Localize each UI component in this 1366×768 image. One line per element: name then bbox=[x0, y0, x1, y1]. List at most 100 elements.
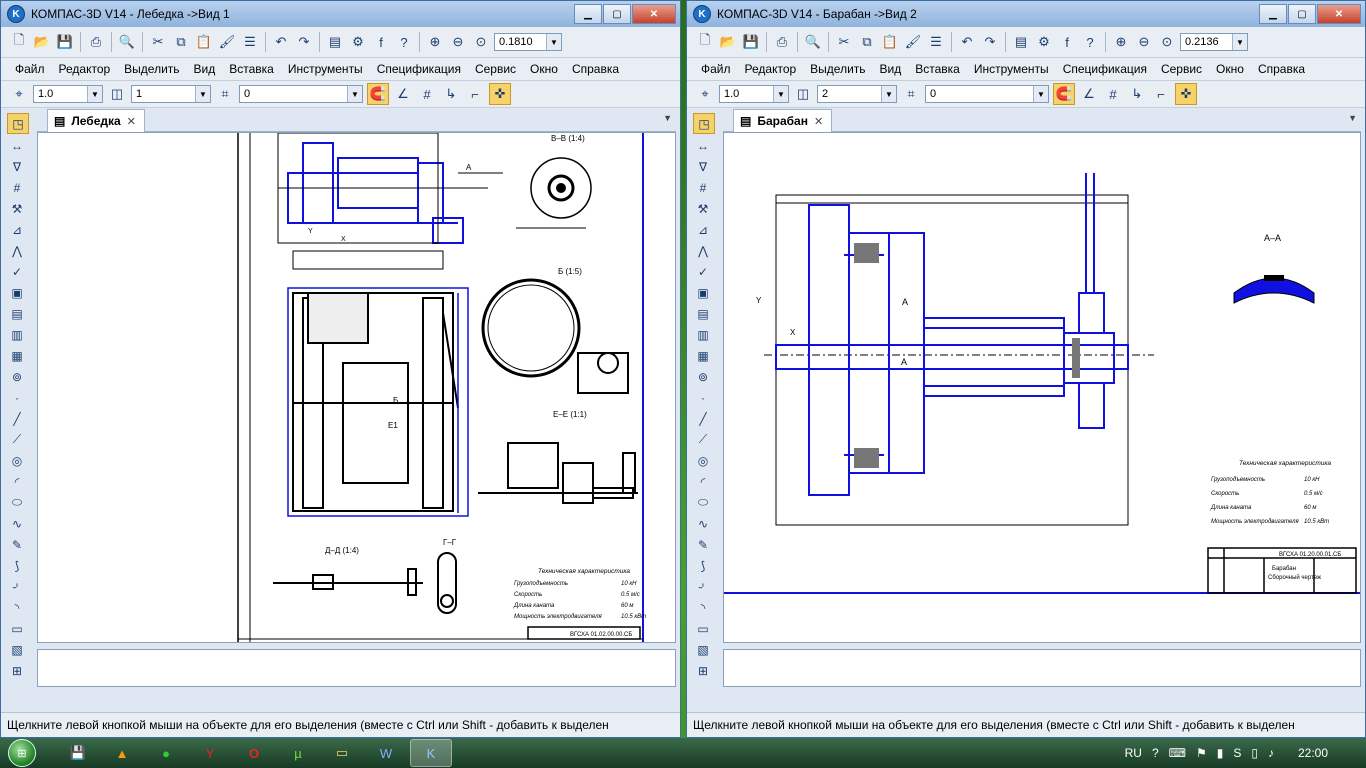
notation-icon[interactable]: ∇ bbox=[7, 157, 27, 176]
menu-file[interactable]: Файл bbox=[15, 62, 45, 76]
close-button[interactable]: ✕ bbox=[632, 4, 676, 24]
battery-tray-icon[interactable]: ▯ bbox=[1251, 746, 1258, 760]
command-line-panel[interactable] bbox=[37, 649, 676, 687]
table-icon[interactable]: ⊞ bbox=[7, 661, 27, 680]
title-bar[interactable]: K КОМПАС-3D V14 - Барабан ->Вид 2 ▁ ▢ ✕ bbox=[687, 1, 1365, 27]
cs-icon[interactable]: ⊚ bbox=[693, 367, 713, 386]
view-icon[interactable]: ▦ bbox=[7, 346, 27, 365]
menu-select[interactable]: Выделить bbox=[124, 62, 179, 76]
taskbar-torrent-icon[interactable]: µ bbox=[278, 740, 318, 766]
layer-icon[interactable]: ◫ bbox=[107, 84, 127, 104]
flag-tray-icon[interactable]: ⚑ bbox=[1196, 746, 1207, 760]
taskbar-kompas-icon[interactable]: K bbox=[410, 739, 452, 767]
style-icon[interactable]: ⌗ bbox=[901, 84, 921, 104]
menu-service[interactable]: Сервис bbox=[1161, 62, 1202, 76]
drawing-canvas[interactable]: А А Y X А–А Техническая характеристика Г… bbox=[723, 132, 1361, 643]
bezier-icon[interactable]: ✎ bbox=[7, 535, 27, 554]
layer-combo[interactable]: 2 bbox=[817, 85, 897, 103]
menu-view[interactable]: Вид bbox=[194, 62, 216, 76]
menu-insert[interactable]: Вставка bbox=[229, 62, 274, 76]
taskbar-word-icon[interactable]: W bbox=[366, 740, 406, 766]
zoom-out-icon[interactable]: ⊖ bbox=[448, 32, 468, 52]
minimize-button[interactable]: ▁ bbox=[1259, 4, 1287, 24]
reports-icon[interactable]: ▣ bbox=[693, 283, 713, 302]
table-icon[interactable]: ⊞ bbox=[693, 661, 713, 680]
hatch-icon[interactable]: ▧ bbox=[693, 640, 713, 659]
network-tray-icon[interactable]: ▮ bbox=[1217, 746, 1224, 760]
help-tray-icon[interactable]: ? bbox=[1152, 746, 1159, 760]
spec-icon[interactable]: ✓ bbox=[7, 262, 27, 281]
local-cs-icon[interactable]: ↳ bbox=[1127, 84, 1147, 104]
taskbar-spotify-icon[interactable]: ● bbox=[146, 740, 186, 766]
language-indicator[interactable]: RU bbox=[1125, 746, 1142, 760]
volume-tray-icon[interactable]: ♪ bbox=[1268, 746, 1274, 760]
menu-insert[interactable]: Вставка bbox=[915, 62, 960, 76]
clock[interactable]: 22:00 bbox=[1298, 746, 1328, 760]
zoom-combo[interactable]: 0.1810 bbox=[494, 33, 562, 51]
round-icon[interactable]: ⌐ bbox=[1151, 84, 1171, 104]
contour-icon[interactable]: ⟆ bbox=[693, 556, 713, 575]
snap-icon[interactable]: ⌖ bbox=[695, 84, 715, 104]
copy-icon[interactable]: ⧉ bbox=[857, 32, 877, 52]
spec-icon[interactable]: ✓ bbox=[693, 262, 713, 281]
fillet-icon[interactable]: ◝ bbox=[7, 598, 27, 617]
grid-icon[interactable]: # bbox=[1103, 84, 1123, 104]
bezier-icon[interactable]: ✎ bbox=[693, 535, 713, 554]
menu-window[interactable]: Окно bbox=[530, 62, 558, 76]
zoom-in-icon[interactable]: ⊕ bbox=[1111, 32, 1131, 52]
paste-icon[interactable]: 📋 bbox=[194, 32, 214, 52]
taskbar-explorer-icon[interactable]: ▭ bbox=[322, 740, 362, 766]
skype-tray-icon[interactable]: S bbox=[1233, 746, 1241, 760]
arc-icon[interactable]: ◜ bbox=[7, 472, 27, 491]
menu-editor[interactable]: Редактор bbox=[745, 62, 797, 76]
preview-icon[interactable]: 🔍 bbox=[803, 32, 823, 52]
menu-service[interactable]: Сервис bbox=[475, 62, 516, 76]
save-icon[interactable]: 💾 bbox=[741, 32, 761, 52]
fragment-icon[interactable]: ▥ bbox=[7, 325, 27, 344]
point-icon[interactable]: · bbox=[693, 388, 713, 407]
tab-menu-icon[interactable]: ▼ bbox=[663, 113, 672, 123]
minimize-button[interactable]: ▁ bbox=[574, 4, 602, 24]
menu-window[interactable]: Окно bbox=[1216, 62, 1244, 76]
manager-icon[interactable]: ▤ bbox=[1011, 32, 1031, 52]
zoom-combo[interactable]: 0.2136 bbox=[1180, 33, 1248, 51]
round-icon[interactable]: ⌐ bbox=[465, 84, 485, 104]
view-icon[interactable]: ▦ bbox=[693, 346, 713, 365]
spline-icon[interactable]: ∿ bbox=[7, 514, 27, 533]
menu-specification[interactable]: Спецификация bbox=[377, 62, 461, 76]
arc-icon[interactable]: ◜ bbox=[693, 472, 713, 491]
document-tab[interactable]: ▤ Барабан ✕ bbox=[733, 109, 833, 132]
menu-tools[interactable]: Инструменты bbox=[288, 62, 363, 76]
layer-combo[interactable]: 1 bbox=[131, 85, 211, 103]
style-combo[interactable]: 0 bbox=[239, 85, 363, 103]
undo-icon[interactable]: ↶ bbox=[957, 32, 977, 52]
select-icon[interactable]: ⋀ bbox=[693, 241, 713, 260]
dimensions-icon[interactable]: ↔ bbox=[7, 136, 27, 155]
kompas-window-left[interactable]: K КОМПАС-3D V14 - Лебедка ->Вид 1 ▁ ▢ ✕ … bbox=[0, 0, 681, 738]
open-icon[interactable]: 📂 bbox=[718, 32, 738, 52]
menu-select[interactable]: Выделить bbox=[810, 62, 865, 76]
geometry-icon[interactable]: ◳ bbox=[7, 113, 29, 134]
maximize-button[interactable]: ▢ bbox=[1288, 4, 1316, 24]
taskbar-save-icon[interactable]: 💾 bbox=[58, 740, 98, 766]
tab-close-icon[interactable]: ✕ bbox=[814, 115, 823, 128]
fragment-icon[interactable]: ▥ bbox=[693, 325, 713, 344]
kompas-window-right[interactable]: K КОМПАС-3D V14 - Барабан ->Вид 2 ▁ ▢ ✕ … bbox=[686, 0, 1366, 738]
preview-icon[interactable]: 🔍 bbox=[117, 32, 137, 52]
manager-icon[interactable]: ▤ bbox=[325, 32, 345, 52]
zoom-scale-icon[interactable]: ⊙ bbox=[1157, 32, 1177, 52]
hatch-icon[interactable]: ▧ bbox=[7, 640, 27, 659]
taskbar-yandex-icon[interactable]: Y bbox=[190, 740, 230, 766]
help-icon[interactable]: ? bbox=[1080, 32, 1100, 52]
geometry-icon[interactable]: ◳ bbox=[693, 113, 715, 134]
dynamic-snap-icon[interactable]: ✜ bbox=[1175, 83, 1197, 105]
tab-close-icon[interactable]: ✕ bbox=[127, 115, 136, 128]
tab-menu-icon[interactable]: ▼ bbox=[1348, 113, 1357, 123]
copy-icon[interactable]: ⧉ bbox=[171, 32, 191, 52]
chamfer-icon[interactable]: ⌏ bbox=[7, 577, 27, 596]
cut-icon[interactable]: ✂ bbox=[148, 32, 168, 52]
zoom-in-icon[interactable]: ⊕ bbox=[425, 32, 445, 52]
ellipse-icon[interactable]: ⬭ bbox=[693, 493, 713, 512]
ellipse-icon[interactable]: ⬭ bbox=[7, 493, 27, 512]
fillet-icon[interactable]: ◝ bbox=[693, 598, 713, 617]
